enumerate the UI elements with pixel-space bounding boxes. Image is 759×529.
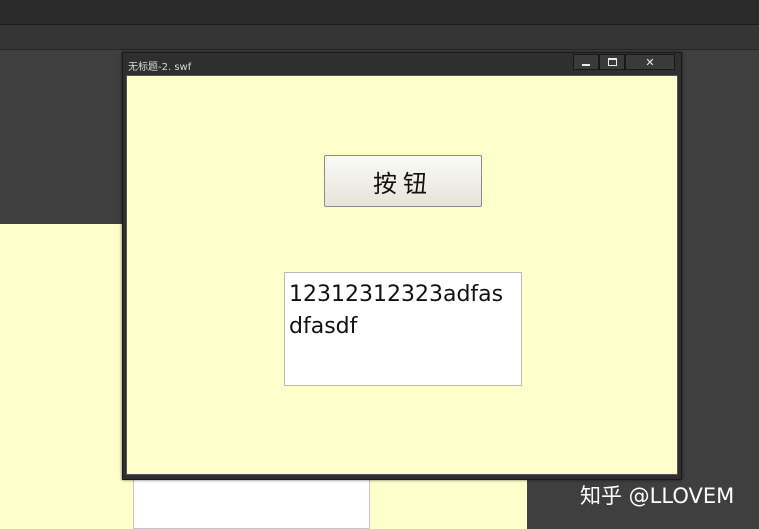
minimize-button[interactable] (573, 54, 599, 70)
swf-stage: 按钮 12312312323adfasdfasdf (126, 75, 678, 475)
window-title: 无标题-2. swf (128, 62, 192, 73)
minimize-icon (582, 64, 590, 66)
close-button[interactable]: ✕ (625, 54, 675, 70)
window-titlebar[interactable]: 无标题-2. swf ✕ (123, 53, 681, 75)
close-icon: ✕ (645, 55, 655, 69)
maximize-button[interactable] (599, 54, 625, 70)
maximize-icon (607, 58, 617, 66)
stage-button[interactable]: 按钮 (324, 155, 482, 207)
stage-text-area[interactable]: 12312312323adfasdfasdf (284, 272, 522, 386)
app-top-bar (0, 0, 759, 25)
zhihu-watermark: 知乎 @LLOVEM (580, 484, 735, 508)
swf-player-window: 无标题-2. swf ✕ 按钮 12312312323adfasdfasdf (122, 52, 682, 480)
app-toolbar (0, 25, 759, 50)
